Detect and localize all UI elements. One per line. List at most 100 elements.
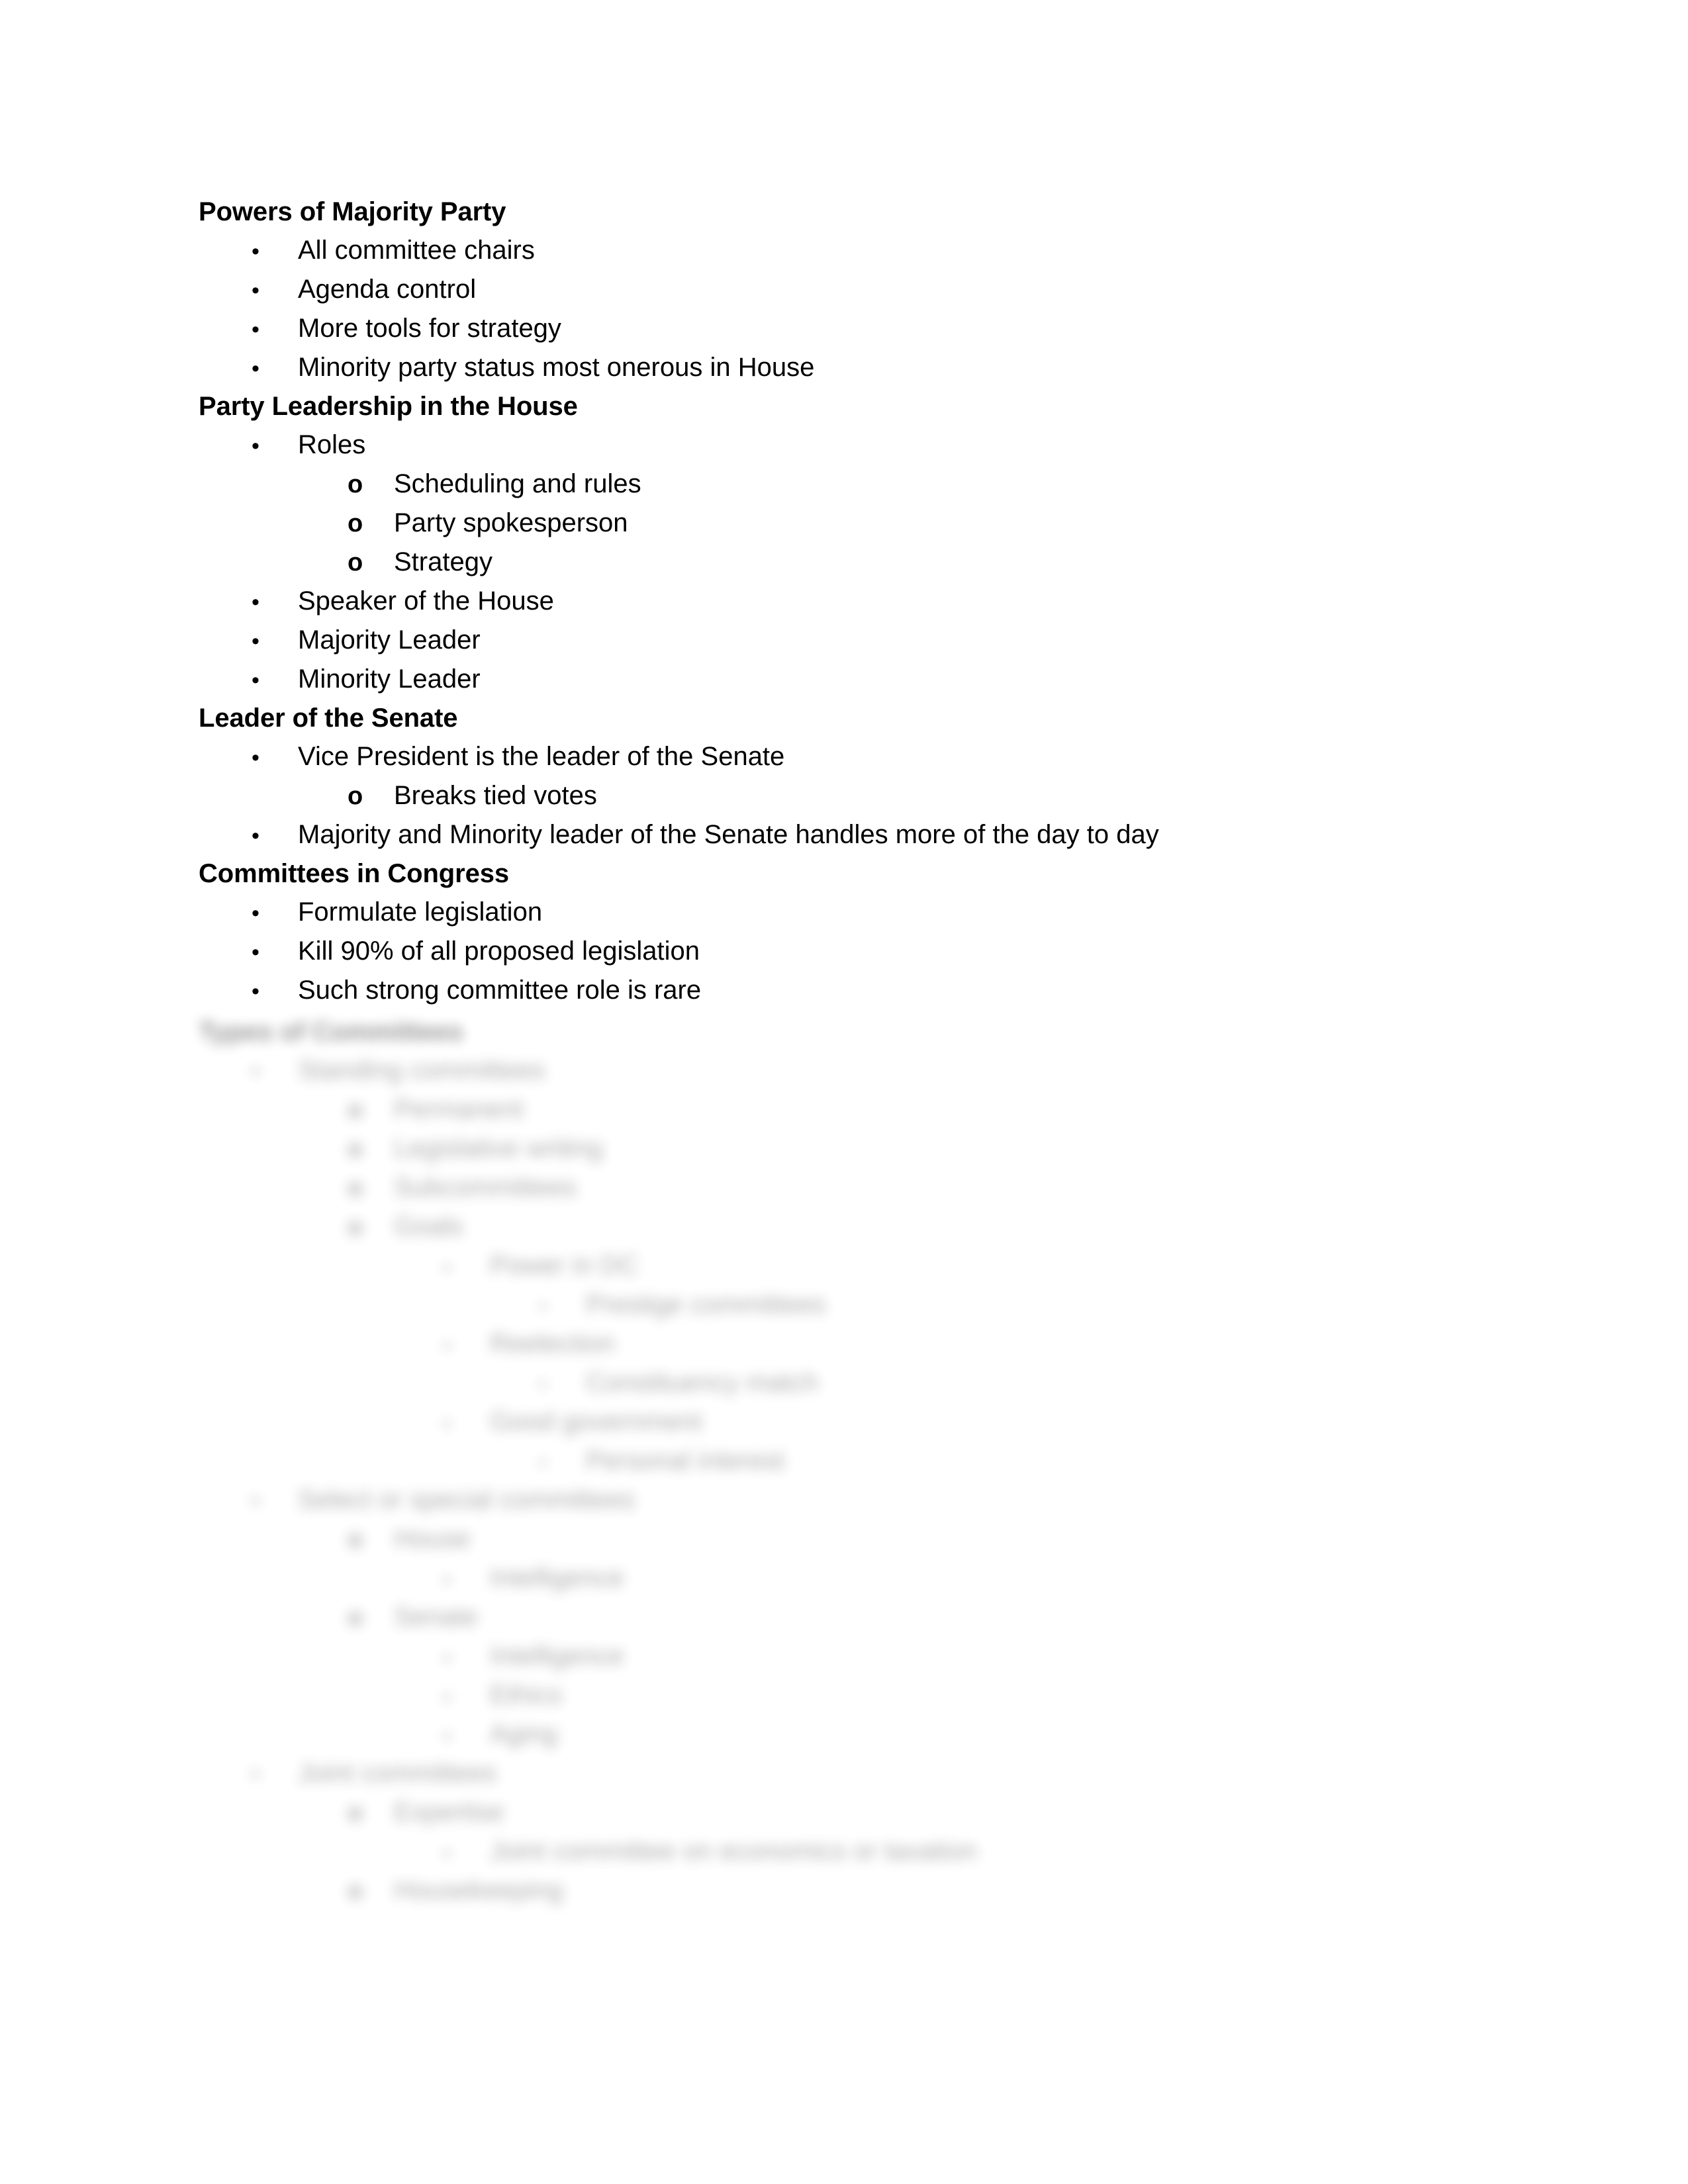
list-item-text: All committee chairs: [298, 236, 535, 265]
section-heading: Party Leadership in the House: [199, 392, 578, 421]
section-heading: Powers of Majority Party: [199, 197, 506, 226]
list-bullet-icon: •: [539, 1374, 547, 1396]
list-item: ▪ Power in DC: [199, 1252, 1489, 1291]
list-item: ▪ Reelection: [199, 1330, 1489, 1369]
list-item: • Minority Leader: [199, 666, 1489, 705]
document-page: Powers of Majority Party • All committee c…: [0, 0, 1688, 2184]
section: Types of Committees • Standing committees o…: [199, 1019, 1489, 1916]
list-bullet-icon: •: [252, 1059, 259, 1084]
list-item-text: Goals: [394, 1212, 463, 1241]
list-bullet-icon: ▪: [444, 1569, 451, 1591]
list-item: • Formulate legislation: [199, 899, 1489, 938]
section: Committees in Congress • Formulate legisla…: [199, 860, 1489, 1016]
list-item: o House: [199, 1525, 1489, 1565]
list-item: • Constituency match: [199, 1369, 1489, 1408]
list-bullet-icon: •: [252, 317, 259, 342]
list-item: ▪ Intelligence: [199, 1565, 1489, 1604]
list-item-text: Joint committees: [298, 1758, 497, 1788]
list-item-text: Reelection: [490, 1329, 616, 1358]
list-item-text: Expertise: [394, 1797, 504, 1827]
list-item-text: Vice President is the leader of the Sena…: [298, 742, 785, 771]
list-item-text: Permanent: [394, 1095, 524, 1124]
list-item: o Goals: [199, 1213, 1489, 1252]
section: Powers of Majority Party • All committee c…: [199, 199, 1489, 393]
list-item-text: Intelligence: [490, 1641, 624, 1670]
list-bullet-icon: o: [348, 510, 363, 537]
list-item: ▪ Good government: [199, 1408, 1489, 1447]
list-bullet-icon: o: [348, 1135, 363, 1163]
list-item-text: Constituency match: [586, 1368, 819, 1397]
list-bullet-icon: •: [252, 668, 259, 693]
list-item-text: Kill 90% of all proposed legislation: [298, 936, 700, 966]
list-item-text: House: [394, 1524, 471, 1553]
list-item: o Party spokesperson: [199, 510, 1489, 549]
list-item-text: Intelligence: [490, 1563, 624, 1592]
list-item: • More tools for strategy: [199, 315, 1489, 354]
list-item-text: Such strong committee role is rare: [298, 976, 702, 1005]
list-bullet-icon: o: [348, 471, 363, 498]
list-bullet-icon: o: [348, 1174, 363, 1202]
list-bullet-icon: o: [348, 1604, 363, 1631]
list-item: o Senate: [199, 1604, 1489, 1643]
list-bullet-icon: o: [348, 1213, 363, 1241]
list-item-text: Prestige committees: [586, 1290, 826, 1319]
list-bullet-icon: o: [348, 1799, 363, 1827]
list-item-text: Ethics: [490, 1680, 562, 1709]
list-bullet-icon: ▪: [444, 1686, 451, 1708]
list-item-text: Select or special committees: [298, 1485, 635, 1514]
list-item: • Select or special committees: [199, 1486, 1489, 1525]
list-bullet-icon: •: [252, 239, 259, 264]
list-item: ▪ Intelligence: [199, 1643, 1489, 1682]
list-item-text: Minority Leader: [298, 664, 481, 694]
list-bullet-icon: •: [539, 1452, 547, 1474]
list-item-text: Majority and Minority leader of the Sena…: [298, 820, 1159, 849]
sections-container: Powers of Majority Party • All committee c…: [199, 199, 1489, 1916]
list-bullet-icon: ▪: [444, 1413, 451, 1435]
list-item-text: Housekeeping: [394, 1876, 563, 1905]
list-bullet-icon: o: [348, 549, 363, 576]
section-heading: Types of Committees: [199, 1017, 463, 1046]
list-item: o Expertise: [199, 1799, 1489, 1838]
list-item-text: Joint committee on economics or taxation: [490, 1837, 977, 1866]
list-item: • Standing committees: [199, 1057, 1489, 1096]
list-item: o Permanent: [199, 1096, 1489, 1135]
list-bullet-icon: o: [348, 1096, 363, 1124]
list-bullet-icon: •: [252, 979, 259, 1004]
list-bullet-icon: ▪: [444, 1843, 451, 1864]
list-item: • Minority party status most onerous in H…: [199, 354, 1489, 393]
list-item: o Housekeeping: [199, 1877, 1489, 1916]
list-item-text: Scheduling and rules: [394, 469, 641, 498]
list-bullet-icon: o: [348, 1525, 363, 1553]
list-item: • Majority Leader: [199, 627, 1489, 666]
document-body: Powers of Majority Party • All committee c…: [199, 199, 1489, 1916]
list-item-text: Aging: [490, 1719, 558, 1749]
list-item-text: Legislative writing: [394, 1134, 603, 1163]
list-item: ▪ Joint committee on economics or taxatio…: [199, 1838, 1489, 1877]
list-item-text: Majority Leader: [298, 625, 481, 655]
list-item: • Personal interest: [199, 1447, 1489, 1486]
list-item-text: Breaks tied votes: [394, 781, 597, 810]
list-item: ▪ Ethics: [199, 1682, 1489, 1721]
list-bullet-icon: •: [252, 590, 259, 615]
list-item: • Majority and Minority leader of the Sen…: [199, 821, 1489, 860]
list-item: • Vice President is the leader of the Sen…: [199, 743, 1489, 782]
list-item: o Subcommittees: [199, 1174, 1489, 1213]
list-bullet-icon: •: [252, 1488, 259, 1514]
list-item: • Roles: [199, 432, 1489, 471]
list-item-text: Roles: [298, 430, 366, 459]
list-item-text: Power in DC: [490, 1251, 639, 1280]
list-item-text: Subcommittees: [394, 1173, 577, 1202]
section-heading: Leader of the Senate: [199, 704, 458, 733]
list-item: o Legislative writing: [199, 1135, 1489, 1174]
list-item-text: Party spokesperson: [394, 508, 628, 537]
list-bullet-icon: ▪: [444, 1725, 451, 1747]
list-item: • All committee chairs: [199, 237, 1489, 276]
section: Leader of the Senate • Vice President is t…: [199, 705, 1489, 860]
list-bullet-icon: •: [252, 1762, 259, 1787]
list-item-text: Minority party status most onerous in Ho…: [298, 353, 815, 382]
list-item: o Scheduling and rules: [199, 471, 1489, 510]
list-item-text: More tools for strategy: [298, 314, 561, 343]
list-item: o Breaks tied votes: [199, 782, 1489, 821]
list-item: • Such strong committee role is rare: [199, 977, 1489, 1016]
list-item-text: Formulate legislation: [298, 897, 543, 927]
